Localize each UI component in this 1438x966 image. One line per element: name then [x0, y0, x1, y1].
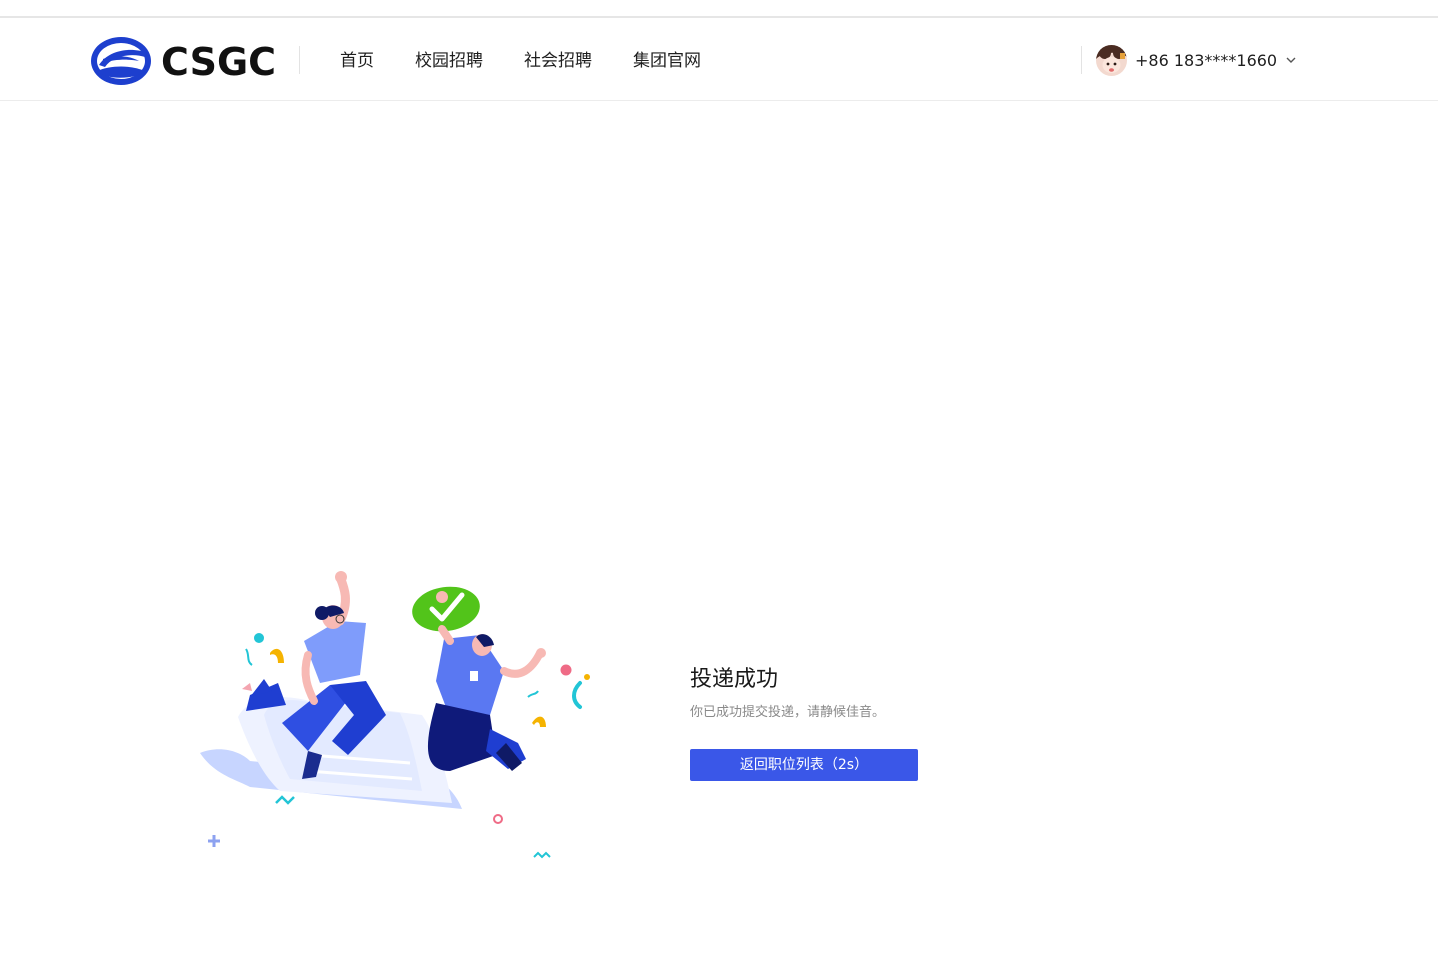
site-header: CSGC 首页 校园招聘 社会招聘 集团官网 +86 183****1660	[0, 18, 1438, 101]
result-description: 你已成功提交投递，请静候佳音。	[690, 705, 886, 720]
chevron-down-icon[interactable]	[1285, 54, 1297, 66]
logo-divider	[299, 46, 300, 74]
csgc-logo-icon: CSGC	[91, 37, 276, 85]
nav-item-campus-recruit[interactable]: 校园招聘	[415, 48, 483, 74]
back-to-jobs-button[interactable]: 返回职位列表（2s）	[690, 749, 918, 781]
nav-item-group-site[interactable]: 集团官网	[633, 48, 701, 74]
result-panel: 投递成功 你已成功提交投递，请静候佳音。 返回职位列表（2s）	[690, 664, 918, 781]
nav-item-social-recruit[interactable]: 社会招聘	[524, 48, 592, 74]
user-divider	[1081, 46, 1082, 74]
nav-item-home[interactable]: 首页	[340, 48, 374, 74]
csgc-logo[interactable]: CSGC	[89, 35, 284, 87]
browser-top-strip	[0, 0, 1438, 16]
result-title: 投递成功	[690, 667, 779, 692]
avatar	[1096, 44, 1127, 76]
logo-text: CSGC	[161, 40, 276, 84]
success-illustration	[190, 565, 600, 865]
user-menu[interactable]: +86 183****1660	[1096, 44, 1297, 76]
main-nav: 首页 校园招聘 社会招聘 集团官网	[340, 48, 742, 74]
user-phone: +86 183****1660	[1135, 50, 1278, 70]
